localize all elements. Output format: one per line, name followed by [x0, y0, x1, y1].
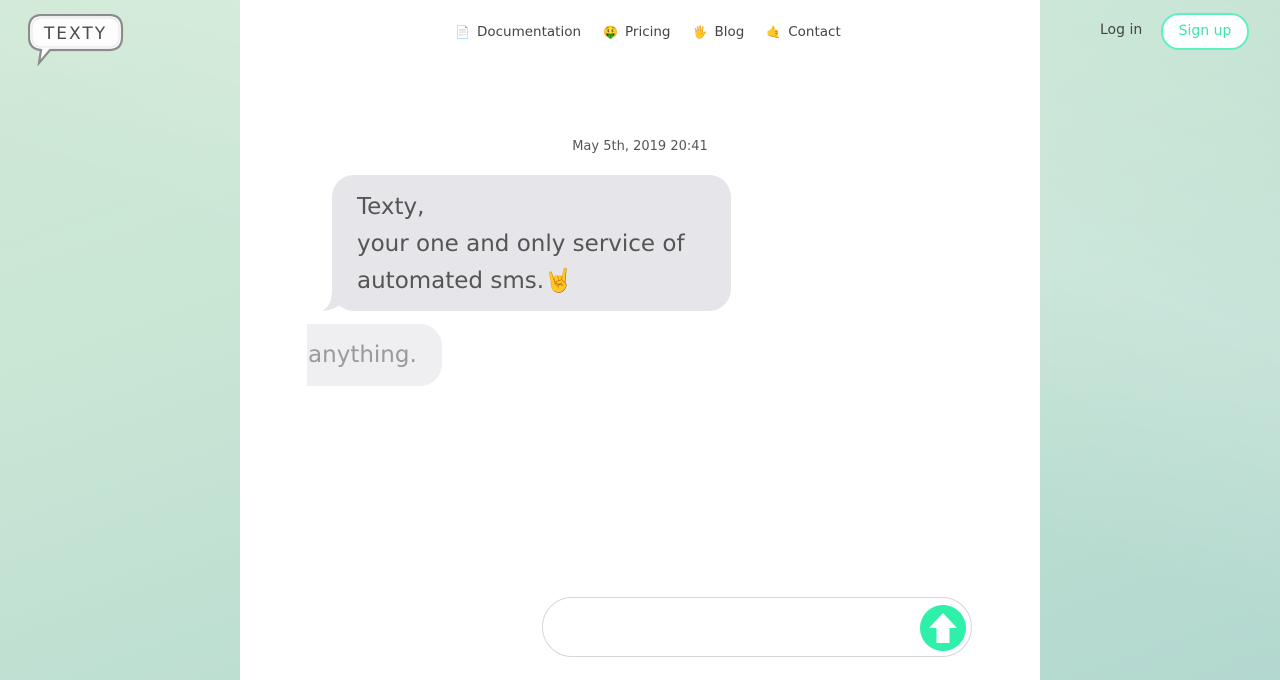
chat-bubble: Texty, your one and only service of auto…	[332, 175, 731, 311]
money-face-icon: 🤑	[603, 25, 618, 39]
signup-button[interactable]: Sign up	[1161, 13, 1249, 50]
login-link[interactable]: Log in	[1100, 22, 1142, 38]
logo[interactable]: TEXTY	[28, 14, 124, 66]
message-line: your one and only service of	[357, 231, 685, 257]
nav-pricing-label: Pricing	[624, 24, 671, 40]
page-icon: 📄	[455, 25, 470, 39]
message-composer	[542, 597, 972, 657]
send-button[interactable]	[920, 605, 966, 651]
nav-documentation-label: Documentation	[476, 24, 582, 40]
hand-icon: 🖐	[692, 25, 708, 39]
call-me-hand-icon: 🤙	[766, 25, 782, 39]
animating-bubble-container: ne anything.	[307, 324, 473, 386]
nav-pricing[interactable]: 🤑 Pricing	[603, 24, 670, 40]
top-nav: 📄 Documentation 🤑 Pricing 🖐 Blog 🤙 Conta…	[455, 21, 841, 43]
chat-bubble-partial: ne anything.	[307, 324, 442, 386]
nav-blog[interactable]: 🖐 Blog	[693, 24, 745, 40]
message-line: Texty,	[357, 194, 425, 220]
nav-contact-label: Contact	[788, 24, 841, 40]
partial-message-text: ne anything.	[307, 342, 417, 368]
logo-text: TEXTY	[43, 24, 108, 44]
nav-blog-label: Blog	[714, 24, 745, 40]
message-timestamp: May 5th, 2019 20:41	[572, 139, 708, 154]
arrow-up-icon	[929, 613, 957, 643]
message-line: automated sms.🤘	[357, 268, 573, 294]
nav-documentation[interactable]: 📄 Documentation	[455, 24, 581, 40]
nav-contact[interactable]: 🤙 Contact	[766, 24, 840, 40]
message-input[interactable]	[567, 608, 911, 648]
